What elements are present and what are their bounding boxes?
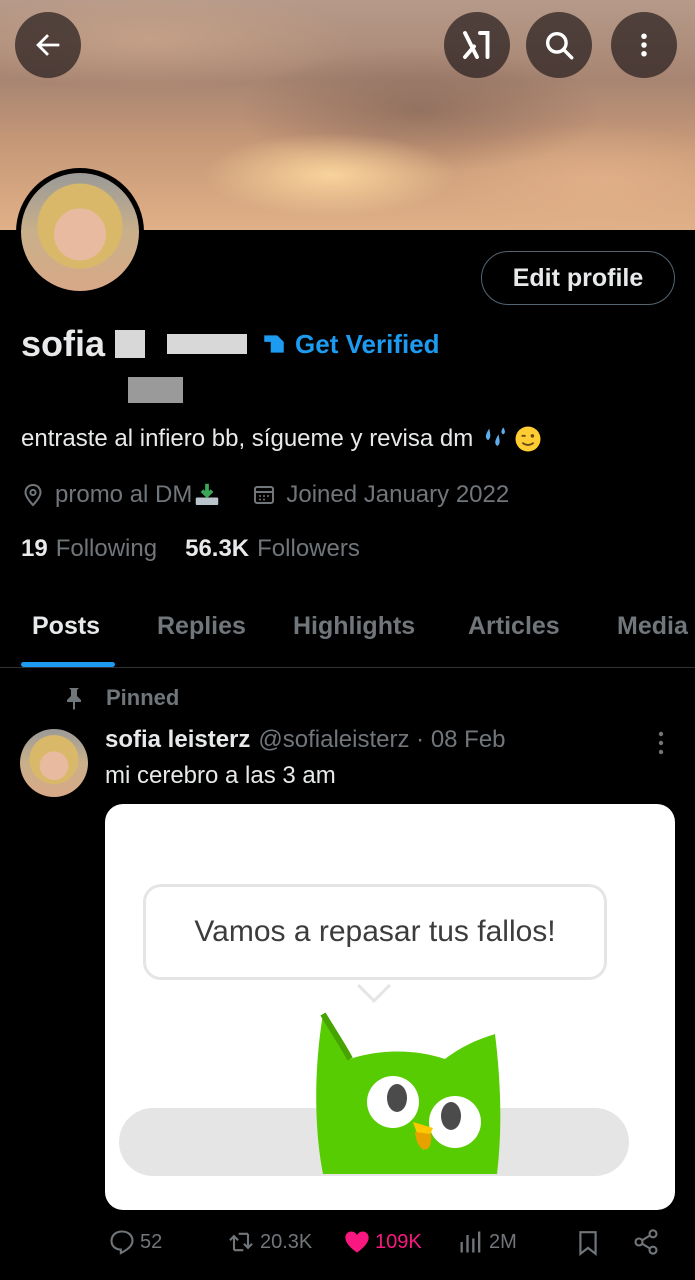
repost-count: 20.3K — [260, 1230, 313, 1253]
bio-text: entraste al infiero bb, sígueme y revisa… — [21, 425, 474, 452]
join-date-text: Joined January 2022 — [286, 481, 510, 508]
like-button[interactable]: 109K — [343, 1228, 422, 1256]
more-button[interactable] — [611, 12, 677, 78]
owl-mascot-icon — [316, 1012, 501, 1174]
post-text: mi cerebro a las 3 am — [105, 762, 336, 789]
tab-highlights[interactable]: Highlights — [293, 612, 415, 641]
search-button[interactable] — [526, 12, 592, 78]
calendar-icon — [254, 486, 275, 504]
bookmark-button[interactable] — [575, 1228, 605, 1258]
sweat-droplets-icon — [486, 427, 506, 446]
redacted-block — [115, 330, 146, 358]
follow-stats: 19 Following 56.3K Followers — [21, 535, 360, 563]
post-header: sofia leisterz @sofialeisterz · 08 Feb — [105, 726, 506, 754]
grok-button[interactable] — [444, 12, 510, 78]
pinned-text: Pinned — [106, 685, 180, 710]
join-date: Joined January 2022 — [252, 481, 509, 509]
heart-icon — [345, 1231, 369, 1253]
get-verified-label: Get Verified — [295, 328, 440, 359]
redacted-block — [167, 334, 248, 354]
profile-bio: entraste al infiero bb, sígueme y revisa… — [21, 424, 543, 454]
tab-replies[interactable]: Replies — [157, 612, 246, 641]
inbox-tray-icon — [196, 483, 219, 505]
reply-icon — [110, 1230, 134, 1255]
views-count: 2M — [489, 1230, 517, 1253]
post-author-avatar[interactable] — [20, 729, 88, 797]
followers-count: 56.3K — [185, 535, 250, 562]
bookmark-icon — [579, 1231, 597, 1257]
winking-face-icon — [515, 426, 541, 452]
following-link[interactable]: 19 Following — [21, 535, 157, 563]
arrow-left-icon — [36, 34, 60, 56]
profile-meta: promo al DM Joined January 2022 — [21, 480, 509, 510]
get-verified-link[interactable]: Get Verified — [261, 329, 440, 360]
tab-articles[interactable]: Articles — [468, 612, 560, 641]
views-button[interactable]: 2M — [457, 1228, 517, 1256]
share-icon — [634, 1229, 658, 1255]
post-author-name[interactable]: sofia leisterz — [105, 726, 250, 754]
search-icon — [545, 31, 574, 60]
followers-link[interactable]: 56.3K Followers — [185, 535, 360, 563]
redacted-block — [128, 377, 183, 403]
grok-icon — [463, 31, 490, 59]
tab-media[interactable]: Media — [617, 612, 688, 641]
location-text: promo al DM — [55, 481, 193, 508]
name-row: sofia Get Verified — [21, 322, 440, 366]
post-handle-date[interactable]: @sofialeisterz · 08 Feb — [258, 726, 505, 754]
pinned-label: Pinned — [64, 685, 179, 711]
following-label: Following — [55, 535, 158, 562]
tab-posts[interactable]: Posts — [32, 612, 100, 641]
speech-bubble-text: Vamos a repasar tus fallos! — [194, 915, 556, 948]
avatar-image — [21, 173, 139, 291]
repost-icon — [229, 1232, 253, 1252]
profile-avatar[interactable] — [16, 168, 144, 296]
back-button[interactable] — [15, 12, 81, 78]
following-count: 19 — [21, 535, 48, 562]
active-tab-indicator — [21, 662, 115, 667]
more-vertical-icon — [658, 731, 664, 755]
edit-profile-button[interactable]: Edit profile — [481, 251, 675, 305]
location: promo al DM — [21, 480, 232, 510]
post-actions: 52 20.3K 109K 2M — [0, 1228, 695, 1264]
pin-icon — [67, 688, 81, 710]
followers-label: Followers — [257, 535, 360, 562]
location-pin-icon — [24, 483, 42, 507]
reply-button[interactable]: 52 — [108, 1228, 162, 1256]
more-vertical-icon — [641, 33, 647, 57]
post-more-button[interactable] — [650, 728, 672, 763]
speech-bubble: Vamos a repasar tus fallos! — [143, 884, 607, 980]
share-button[interactable] — [632, 1228, 664, 1256]
profile-tabs: Posts Replies Highlights Articles Media — [0, 600, 695, 668]
post-media-image[interactable]: Vamos a repasar tus fallos! — [105, 804, 675, 1210]
like-count: 109K — [375, 1230, 422, 1253]
display-name: sofia — [21, 323, 106, 364]
verified-badge-icon — [264, 335, 284, 353]
reply-count: 52 — [140, 1230, 163, 1253]
repost-button[interactable]: 20.3K — [226, 1228, 312, 1256]
analytics-icon — [460, 1231, 481, 1253]
